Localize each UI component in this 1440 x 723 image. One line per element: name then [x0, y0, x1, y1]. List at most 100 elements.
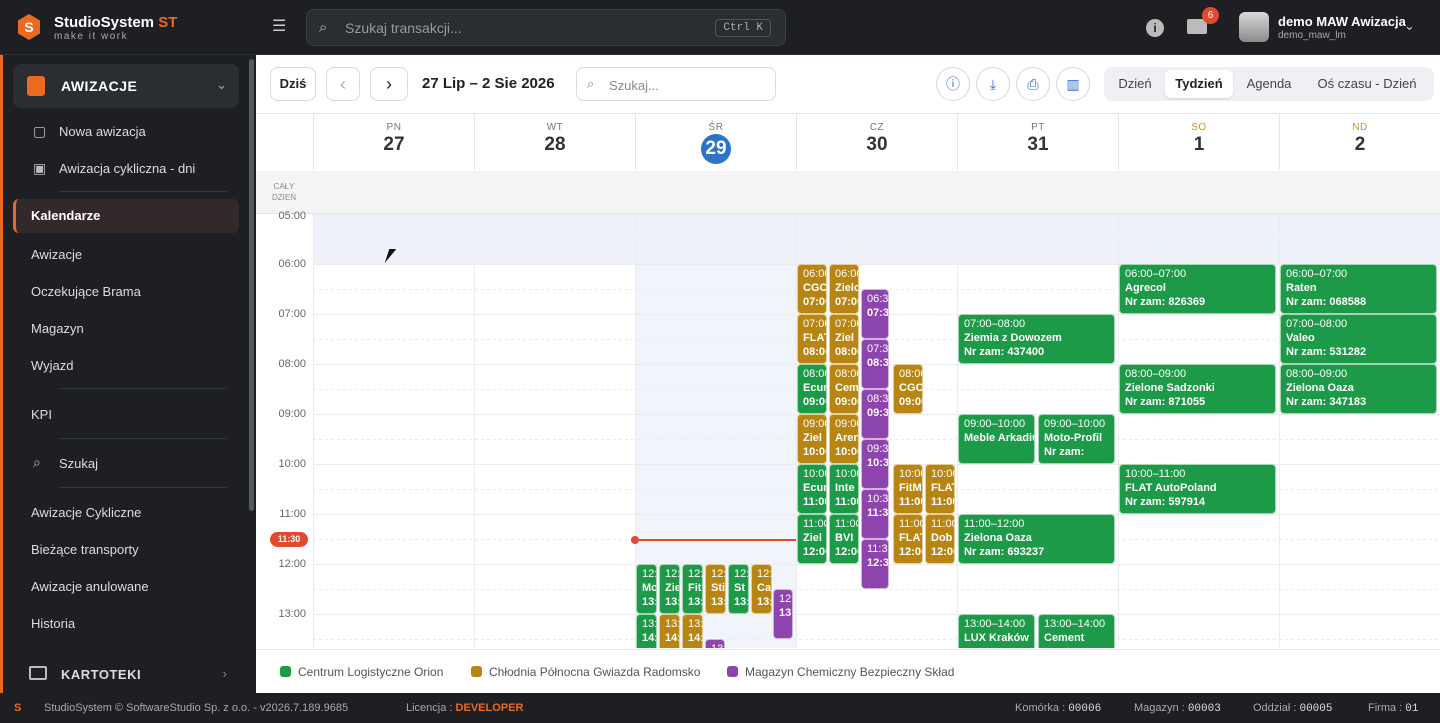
day-header-5[interactable]: SO 1	[1118, 114, 1279, 170]
calendar-event[interactable]: 12:13:	[773, 589, 793, 639]
sidebar-item-biezace-transporty[interactable]: Bieżące transporty	[31, 542, 139, 557]
calendar-event[interactable]: 10:30 11:30	[861, 489, 889, 539]
view-tydzien[interactable]: Tydzień	[1165, 70, 1233, 98]
calendar-event[interactable]: 06:00–07:00 Raten Nr zam: 068588	[1280, 264, 1437, 314]
calendar-event[interactable]: 10:00–11:00 FLAT AutoPoland Nr zam: 597914	[1119, 464, 1276, 514]
prev-button[interactable]: ‹	[326, 67, 360, 101]
avatar[interactable]	[1239, 12, 1269, 42]
calendar-event[interactable]: 11:00 Dob 12:00	[925, 514, 955, 564]
info-icon[interactable]: ⓘ	[936, 67, 970, 101]
calendar-event[interactable]: 13:00–14:00 Cement	[1038, 614, 1115, 648]
calendar-event[interactable]: 12: Sti 13:	[705, 564, 726, 614]
calendar-event[interactable]: 06:00 Zielo 07:00	[829, 264, 859, 314]
calendar-event[interactable]: 11:30 12:30	[861, 539, 889, 589]
sidebar-item-awizacje-anulowane[interactable]: Awizacje anulowane	[31, 579, 149, 594]
calendar-event[interactable]: 08:00 Ecur 09:00	[797, 364, 827, 414]
calendar-event[interactable]: 10:00 FLAT 11:00	[925, 464, 955, 514]
day-header-2[interactable]: ŚR 29	[635, 114, 796, 170]
chevron-down-icon[interactable]: ⌄	[1404, 18, 1415, 34]
calendar-search-input[interactable]: ⌕ Szukaj...	[576, 67, 776, 101]
event-order: 14:	[688, 632, 703, 644]
calendar-event[interactable]: 11:00 FLAT 12:00	[893, 514, 923, 564]
calendar-event[interactable]: 10:00 Inte 11:00	[829, 464, 859, 514]
sidebar-group-awizacje[interactable]: AWIZACJE ⌄	[13, 64, 239, 108]
sidebar-item-wyjazd[interactable]: Wyjazd	[31, 358, 74, 373]
calendar-event[interactable]: 12: Mo 13:	[636, 564, 657, 614]
sidebar-item-awizacja-cykliczna[interactable]: Awizacja cykliczna - dni	[59, 161, 195, 176]
calendar-event[interactable]: 12: Ca 13:	[751, 564, 772, 614]
sidebar-group-label: AWIZACJE	[61, 78, 138, 94]
sidebar-scrollbar[interactable]	[249, 59, 254, 511]
day-header-1[interactable]: WT 28	[474, 114, 635, 170]
sidebar-item-szukaj[interactable]: Szukaj	[59, 456, 98, 471]
calendar-event[interactable]: 07:00–08:00 Ziemia z Dowozem Nr zam: 43740…	[958, 314, 1115, 364]
calendar-event[interactable]: 09:00–10:00 Meble Arkadius	[958, 414, 1035, 464]
half-hour-line	[313, 639, 1440, 640]
calendar-event[interactable]: 07:00 Ziel 08:00	[829, 314, 859, 364]
event-name: Ecur	[803, 382, 827, 394]
calendar-event[interactable]: 13:00–14:00 LUX Kraków	[958, 614, 1035, 648]
day-header-6[interactable]: ND 2	[1279, 114, 1440, 170]
download-icon[interactable]: ⤓	[976, 67, 1010, 101]
calendar-event[interactable]: 08:00–09:00 Zielona Oaza Nr zam: 347183	[1280, 364, 1437, 414]
view-os-czasu[interactable]: Oś czasu - Dzień	[1305, 70, 1429, 98]
sidebar-item-historia[interactable]: Historia	[31, 616, 75, 631]
event-order: 13:	[757, 596, 772, 608]
calendar-event[interactable]: 08:00–09:00 Zielone Sadzonki Nr zam: 87105…	[1119, 364, 1276, 414]
event-name: Ecur	[803, 482, 827, 494]
sidebar-item-oczekujace-brama[interactable]: Oczekujące Brama	[31, 284, 141, 299]
calendar-event[interactable]: 08:00 CGO 09:00	[893, 364, 923, 414]
calendar-event[interactable]: 13: 14:	[636, 614, 657, 648]
sidebar-item-kalendarze[interactable]: Kalendarze	[13, 199, 239, 233]
calendar-event[interactable]: 11:00 Ziel 12:00	[797, 514, 827, 564]
calendar-event[interactable]: 07:00–08:00 Valeo Nr zam: 531282	[1280, 314, 1437, 364]
calendar-event[interactable]: 10:00 FitM 11:00	[893, 464, 923, 514]
calendar-event[interactable]: 06:00 CGO 07:00	[797, 264, 827, 314]
calendar-event[interactable]: 10:00 Ecur 11:00	[797, 464, 827, 514]
calendar-event[interactable]: 09:00 Ziel 10:00	[797, 414, 827, 464]
calendar-event[interactable]: 09:00–10:00 Moto-Profil Nr zam:	[1038, 414, 1115, 464]
user-name[interactable]: demo MAW Awizacja	[1278, 14, 1406, 29]
view-agenda[interactable]: Agenda	[1237, 70, 1301, 98]
calendar-event[interactable]: 13:	[705, 639, 725, 648]
view-dzien[interactable]: Dzień	[1108, 70, 1162, 98]
calendar-event[interactable]: 11:00–12:00 Zielona Oaza Nr zam: 693237	[958, 514, 1115, 564]
calendar-event[interactable]: 09:00 Aren 10:00	[829, 414, 859, 464]
today-button[interactable]: Dziś	[270, 67, 316, 101]
hour-line	[313, 614, 1440, 615]
sidebar-item-nowa-awizacja[interactable]: Nowa awizacja	[59, 124, 146, 139]
legend: Centrum Logistyczne Orion Chłodnia Półno…	[256, 649, 1440, 693]
logo-icon[interactable]: S	[18, 14, 40, 40]
sidebar-group-kartoteki[interactable]: KARTOTEKI ›	[13, 655, 239, 695]
day-name: ŚR	[708, 122, 724, 133]
chart-icon[interactable]: ▥	[1056, 67, 1090, 101]
next-button[interactable]: ›	[370, 67, 408, 101]
sidebar-item-awizacje[interactable]: Awizacje	[31, 247, 82, 262]
calendar-event[interactable]: 07:30 08:30	[861, 339, 889, 389]
calendar-event[interactable]: 08:30 09:30	[861, 389, 889, 439]
calendar-event[interactable]: 06:30 07:30	[861, 289, 889, 339]
day-header-0[interactable]: PN 27	[313, 114, 474, 170]
calendar-event[interactable]: 12: St 13:	[728, 564, 749, 614]
calendar-event[interactable]: 08:00 Cem 09:00	[829, 364, 859, 414]
sidebar-item-magazyn[interactable]: Magazyn	[31, 321, 84, 336]
day-header-4[interactable]: PT 31	[957, 114, 1118, 170]
calendar-event[interactable]: 13: 14:	[659, 614, 680, 648]
calendar-event[interactable]: 07:00 FLAT 08:00	[797, 314, 827, 364]
calendar-event[interactable]: 09:30 10:30	[861, 439, 889, 489]
sidebar-item-kpi[interactable]: KPI	[31, 407, 52, 422]
menu-toggle-icon[interactable]: ☰	[272, 19, 290, 35]
sidebar-item-awizacje-cykliczne[interactable]: Awizacje Cykliczne	[31, 505, 141, 520]
print-icon[interactable]: ⎙	[1016, 67, 1050, 101]
calendar-event[interactable]: 13: 14:	[682, 614, 703, 648]
all-day-row[interactable]: CAŁY DZIEŃ	[256, 171, 1440, 214]
calendar-event[interactable]: 11:00 BVI 12:00	[829, 514, 859, 564]
event-order: 13:	[642, 596, 657, 608]
day-header-3[interactable]: CZ 30	[796, 114, 957, 170]
event-time: 12:	[757, 568, 772, 580]
global-search[interactable]: ⌕ Szukaj transakcji... Ctrl K	[306, 9, 786, 46]
info-icon[interactable]: i	[1146, 19, 1164, 37]
calendar-event[interactable]: 06:00–07:00 Agrecol Nr zam: 826369	[1119, 264, 1276, 314]
calendar-event[interactable]: 12: Zie 13:	[659, 564, 680, 614]
calendar-event[interactable]: 12: Fit 13:	[682, 564, 703, 614]
